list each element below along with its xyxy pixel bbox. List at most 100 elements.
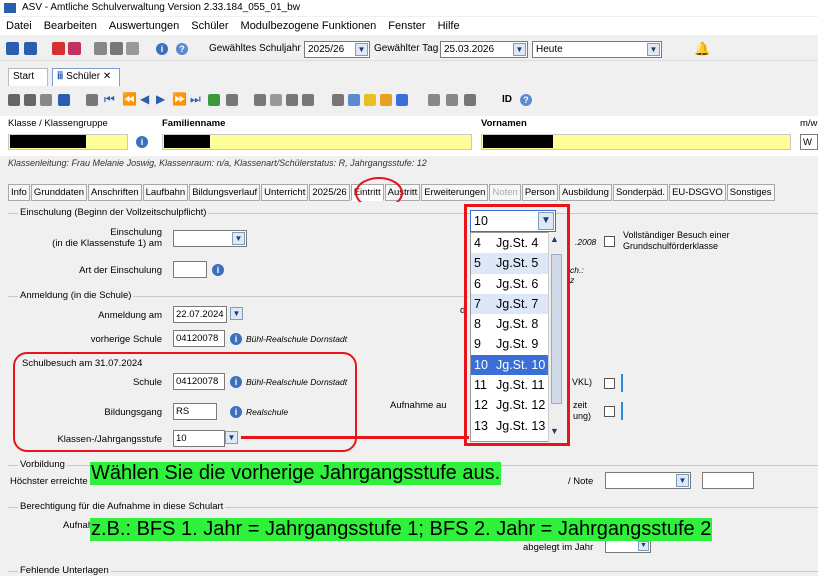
help-icon[interactable]: ? [520,94,532,106]
chevron-down-icon[interactable]: ▼ [647,43,660,56]
abgelegt-input[interactable]: ▼ [605,539,651,553]
calendar-icon[interactable]: ▼ [232,232,245,245]
chevron-down-icon[interactable]: ▼ [355,43,368,56]
heute-select[interactable]: Heute ▼ [532,41,662,58]
vollst-besuch-checkbox[interactable] [604,236,615,247]
scrollbar-thumb[interactable] [551,254,562,404]
grid-icon[interactable] [446,94,458,106]
zeit-hint-2: ung) [573,411,592,421]
id-label[interactable]: ID [502,94,512,105]
save-icon[interactable] [8,94,20,106]
lightbulb-icon[interactable] [364,94,376,106]
close-icon[interactable]: ✕ [103,71,111,82]
calculator-icon[interactable] [86,94,98,106]
copy-icon[interactable] [94,42,107,55]
next-record-icon[interactable]: ▶ [156,92,165,106]
schuljahr-value: 2025/26 [308,44,345,55]
menu-bearbeiten[interactable]: Bearbeiten [44,17,97,35]
school-icon[interactable] [6,42,19,55]
item-label: Jg.St. 13 [496,418,546,433]
anmeldung-date-input[interactable]: 22.07.2024 [173,306,227,323]
einschulung-year-hint: .2008 [575,237,597,247]
fach-hint-2: z [570,275,575,285]
tab-schueler[interactable]: ⅲ Schüler ✕ [52,68,120,86]
tab-bildungsverlauf[interactable]: Bildungsverlauf [189,184,261,201]
scroll-up-icon[interactable]: ▲ [550,234,559,244]
info-icon[interactable]: i [212,264,224,276]
chevron-down-icon[interactable]: ▼ [513,43,526,56]
info-icon[interactable]: i [230,333,242,345]
klassenstufe-dropdown-field[interactable]: 10 ▼ [470,210,556,232]
menu-hilfe[interactable]: Hilfe [438,17,460,35]
note-input[interactable] [702,472,754,489]
prev-page-icon[interactable]: ⏪ [122,92,137,106]
heute-value: Heute [536,44,563,55]
vorherige-schule-input[interactable]: 04120078 [173,330,225,347]
export-icon[interactable] [110,42,123,55]
chart-icon[interactable] [68,42,81,55]
paste-icon[interactable] [302,94,314,106]
note-select[interactable]: ▼ [605,472,691,489]
list-icon[interactable] [226,94,238,106]
vkl-checkbox[interactable] [604,378,615,389]
tab-info[interactable]: Info [8,184,30,201]
tab-eu-dsgvo[interactable]: EU-DSGVO [669,184,726,201]
tab-unterricht[interactable]: Unterricht [261,184,309,201]
settings-icon[interactable] [428,94,440,106]
clock-icon[interactable] [396,94,408,106]
item-number: 10 [474,357,488,372]
computer-icon[interactable] [24,42,37,55]
dropdown-scrollbar[interactable]: ▲ ▼ [548,232,564,442]
tag-select[interactable]: 25.03.2026 ▼ [440,41,528,58]
chevron-down-icon[interactable]: ▼ [230,307,243,320]
bell-icon[interactable]: 🔔 [694,41,710,57]
zeit-checkbox[interactable] [604,406,615,417]
report-icon[interactable] [52,42,65,55]
item-label: Jg.St. 12 [496,398,546,413]
new-record-icon[interactable] [58,94,70,106]
tools-icon[interactable] [126,42,139,55]
chevron-down-icon[interactable]: ▼ [638,541,649,551]
scroll-down-icon[interactable]: ▼ [550,426,559,436]
next-page-icon[interactable]: ⏩ [172,92,187,106]
tab-erweiterungen[interactable]: Erweiterungen [421,184,489,201]
minus-icon[interactable] [254,94,266,106]
copy-icon[interactable] [286,94,298,106]
menu-fenster[interactable]: Fenster [388,17,425,35]
mw-field[interactable]: W [800,134,818,150]
menu-datei[interactable]: Datei [6,17,32,35]
tab-schuljahr[interactable]: 2025/26 [309,184,350,201]
einschulung-date-input[interactable]: ▼ [173,230,247,247]
tab-ausbildung[interactable]: Ausbildung [558,184,612,201]
vornamen-redacted [483,135,553,148]
preview-icon[interactable] [348,94,360,106]
cut-icon[interactable] [270,94,282,106]
help-icon[interactable]: ? [176,43,188,55]
info-icon[interactable]: i [156,43,168,55]
tab-sonderpaed[interactable]: Sonderpäd. [612,184,669,201]
database-icon[interactable] [464,94,476,106]
chevron-down-icon[interactable]: ▼ [538,212,554,230]
menu-modulbezogene-funktionen[interactable]: Modulbezogene Funktionen [241,17,377,35]
menu-schueler[interactable]: Schüler [191,17,228,35]
einschulung-section-title: Einschulung (Beginn der Vollzeitschulpfl… [18,207,209,218]
schuljahr-select[interactable]: 2025/26 ▼ [304,41,370,58]
refresh-icon[interactable] [208,94,220,106]
tab-sonstiges[interactable]: Sonstiges [726,184,775,201]
last-record-icon[interactable]: ⏭ [190,92,201,107]
print-icon[interactable] [332,94,344,106]
menu-auswertungen[interactable]: Auswertungen [109,17,179,35]
pencil-icon[interactable] [380,94,392,106]
prev-record-icon[interactable]: ◀ [140,92,149,106]
tab-laufbahn[interactable]: Laufbahn [142,184,189,201]
info-icon[interactable]: i [136,136,148,148]
first-record-icon[interactable]: ⏮ [104,92,115,107]
tab-grunddaten[interactable]: Grunddaten [30,184,88,201]
tab-start[interactable]: Start ✕ [8,68,48,98]
art-einschulung-input[interactable] [173,261,207,278]
tab-anschriften[interactable]: Anschriften [88,184,142,201]
edit-icon[interactable] [40,94,52,106]
tab-person[interactable]: Person [521,184,558,201]
save-all-icon[interactable] [24,94,36,106]
chevron-down-icon[interactable]: ▼ [676,474,689,487]
